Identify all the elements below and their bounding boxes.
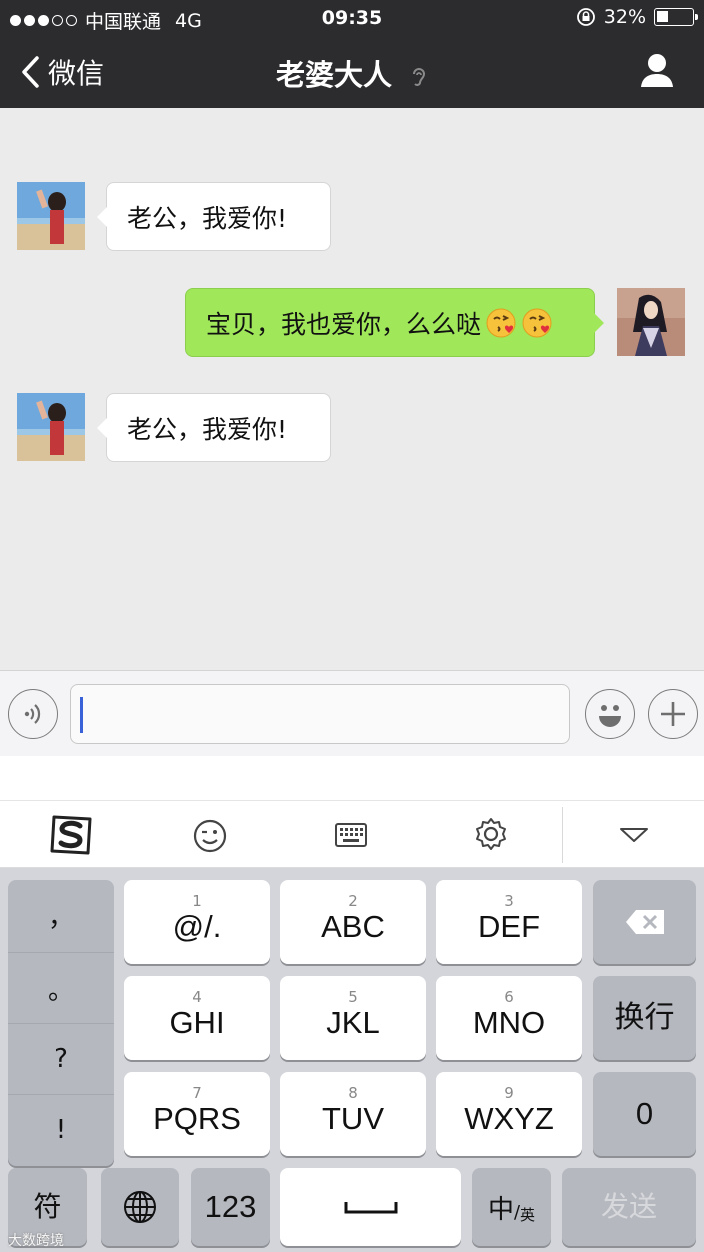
space-icon: [344, 1202, 397, 1214]
battery-icon: [654, 8, 698, 26]
voice-icon: [24, 704, 41, 724]
key-4[interactable]: 4 GHI: [124, 976, 270, 1060]
person-icon: [641, 54, 673, 87]
zero-key[interactable]: 0: [593, 1072, 696, 1156]
punct-key-exclaim[interactable]: !: [8, 1094, 114, 1165]
message-bubble-incoming[interactable]: 老公，我爱你!: [97, 393, 331, 462]
chat-area[interactable]: 老公，我爱你! 宝贝，我也爱你，么么哒 老公，我爱你!: [0, 108, 704, 670]
kiss-heart-emoji-icon: [522, 308, 552, 337]
chevron-down-icon: [620, 828, 648, 842]
key-2[interactable]: 2 ABC: [280, 880, 426, 964]
toolbar-divider: [562, 807, 563, 863]
settings-button[interactable]: [474, 817, 508, 855]
key-8[interactable]: 8 TUV: [280, 1072, 426, 1156]
ear-icon: [413, 68, 426, 86]
key-9[interactable]: 9 WXYZ: [436, 1072, 582, 1156]
collapse-keyboard-button[interactable]: [618, 825, 650, 849]
rotation-lock-icon: [576, 8, 595, 26]
language-switch-key[interactable]: 中 / 英: [472, 1168, 551, 1246]
punct-key-question[interactable]: ?: [8, 1023, 114, 1094]
punctuation-column: ， 。 ? !: [8, 880, 114, 1166]
punct-key-comma[interactable]: ，: [8, 880, 114, 951]
watermark: 大数跨境: [8, 1233, 64, 1249]
kiss-heart-emoji-icon: [486, 308, 516, 337]
battery-percent: 32%: [603, 6, 646, 28]
globe-icon: [124, 1191, 156, 1223]
status-bar: 中国联通 4G 09:35 32%: [0, 0, 704, 36]
text-caret: [80, 697, 83, 733]
message-bubble-incoming[interactable]: 老公，我爱你!: [97, 182, 331, 251]
avatar-photo: [617, 288, 685, 356]
emoji-button[interactable]: [585, 689, 635, 739]
plus-icon: [661, 702, 685, 726]
smiley-icon: [599, 705, 621, 727]
sogou-logo-icon: [50, 815, 92, 855]
message-input-bar: [0, 670, 704, 756]
send-key[interactable]: 发送: [562, 1168, 696, 1246]
key-1[interactable]: 1 @/.: [124, 880, 270, 964]
key-7[interactable]: 7 PQRS: [124, 1072, 270, 1156]
contact-avatar[interactable]: [17, 393, 85, 461]
emoji-tool-button[interactable]: [193, 819, 227, 857]
contact-avatar[interactable]: [17, 182, 85, 250]
message-input[interactable]: [70, 684, 570, 744]
message-text: 老公，我爱你!: [127, 203, 288, 233]
my-avatar[interactable]: [617, 288, 685, 356]
key-5[interactable]: 5 JKL: [280, 976, 426, 1060]
keyboard-icon: [335, 823, 367, 847]
avatar-photo: [17, 393, 85, 461]
profile-button[interactable]: [640, 52, 674, 92]
key-6[interactable]: 6 MNO: [436, 976, 582, 1060]
message-text: 宝贝，我也爱你，么么哒: [206, 309, 482, 339]
backspace-icon: [625, 910, 664, 934]
delete-key[interactable]: [593, 880, 696, 964]
top-bar: 中国联通 4G 09:35 32% 微信 老婆大人: [0, 0, 704, 108]
ime-toolbar: [0, 800, 704, 868]
sogou-logo-button[interactable]: [48, 813, 94, 861]
message-bubble-outgoing[interactable]: 宝贝，我也爱你，么么哒: [185, 288, 604, 357]
voice-button[interactable]: [8, 689, 58, 739]
key-3[interactable]: 3 DEF: [436, 880, 582, 964]
numbers-key[interactable]: 123: [191, 1168, 270, 1246]
candidate-area: [0, 756, 704, 800]
keyboard-switch-button[interactable]: [334, 821, 368, 853]
wink-emoji-icon: [193, 819, 227, 853]
nav-bar: 微信 老婆大人: [0, 36, 704, 108]
keyboard: ， 。 ? ! 1 @/. 2 ABC 3 DEF 4 GHI 5 JKL 6 …: [0, 868, 704, 1252]
newline-key[interactable]: 换行: [593, 976, 696, 1060]
punct-key-period[interactable]: 。: [8, 952, 114, 1023]
chat-title: 老婆大人: [275, 58, 392, 92]
space-key[interactable]: [280, 1168, 461, 1246]
battery-fill: [657, 11, 668, 22]
globe-key[interactable]: [101, 1168, 179, 1246]
gear-icon: [476, 818, 506, 850]
avatar-photo: [17, 182, 85, 250]
more-button[interactable]: [648, 689, 698, 739]
message-text: 老公，我爱你!: [127, 414, 288, 444]
